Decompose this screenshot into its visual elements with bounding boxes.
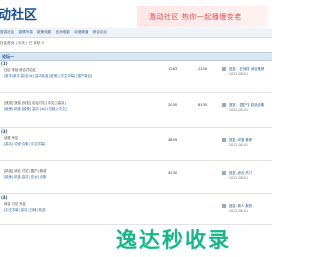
- thread-count: 2030: [168, 103, 178, 107]
- forum-title[interactable]: 论坛一: [2, 53, 14, 60]
- forum-desc: 动漫 专区: [4, 136, 19, 140]
- last-post-icon: [222, 204, 226, 208]
- forum-name[interactable]: (4): [1, 195, 7, 200]
- forum-name[interactable]: (3): [1, 129, 7, 134]
- post-count: 2200: [198, 67, 208, 71]
- banner-text: 激动社区 热你一起播慢变老: [149, 13, 242, 21]
- last-post-icon: [222, 171, 226, 175]
- nav-item[interactable]: 旅游社区: [0, 30, 14, 34]
- forum-row: (4) 综合 讨论 专区 [中文字幕] 高清 [日韩] 精选 回复: 新人 报到…: [0, 194, 272, 225]
- main-nav: 旅游社区 激情写真 欧美电影 亚洲电影 动漫频道 综合论坛: [0, 28, 272, 38]
- forum-name[interactable]: (1): [1, 61, 7, 66]
- forum-subforums[interactable]: [欧美] 精选 高清 [亚洲] 合集: [4, 174, 46, 179]
- last-post-meta: 2022-08-01: [229, 176, 249, 180]
- forum-desc: 社区 本帖 综合讨论区: [4, 68, 36, 72]
- last-post-title[interactable]: 回复: 综合 热门: [229, 170, 252, 175]
- nav-item[interactable]: 亚洲电影: [56, 30, 70, 34]
- forum-row: (3) 动漫 专区 [高清] 动漫 合集 [中文字幕] 3809 回复: 动漫 …: [0, 128, 272, 161]
- last-post-icon: [222, 138, 226, 142]
- nav-item[interactable]: 动漫频道: [74, 30, 88, 34]
- thread-count: 1283: [168, 67, 178, 71]
- forum-desc: [旅游] 旅游 [情侣] 论坛讨论 [中文] [高清]: [4, 101, 66, 105]
- forum-desc: [精选] 综合 讨论 [国产] 原创: [4, 169, 47, 173]
- forum-subforums[interactable]: [欧美] 精选 [欧美] 高清 [4k] [日韩] [中文]: [4, 106, 67, 111]
- forum-subforums[interactable]: [高清] 动漫 合集 [中文字幕]: [4, 141, 45, 146]
- header-banner[interactable]: 激动社区 热你一起播慢变老: [137, 6, 268, 27]
- last-post-title[interactable]: 回复: 【国产】精选合集: [229, 102, 264, 107]
- forum-row: [旅游] 旅游 [情侣] 论坛讨论 [中文] [高清] [欧美] 精选 [欧美]…: [0, 93, 272, 128]
- site-logo[interactable]: 动社区: [0, 4, 37, 23]
- forum-subforums[interactable]: [中文字幕] 高清 [日韩] 精选: [4, 207, 45, 212]
- forum-row: (1) 社区 本帖 综合讨论区 [新手]新手 高清[4k] 高清精选 [欧美] …: [0, 60, 272, 93]
- forum-subforums[interactable]: [新手]新手 高清[4k] 高清精选 [欧美] [中文字幕] [国产原创]: [4, 73, 92, 78]
- nav-item[interactable]: 综合论坛: [93, 30, 107, 34]
- forum-row: [精选] 综合 讨论 [国产] 原创 [欧美] 精选 高清 [亚洲] 合集 45…: [0, 161, 272, 194]
- last-post-title[interactable]: 回复: 【日韩】综合推荐: [229, 66, 264, 71]
- post-count: 8135: [198, 103, 208, 107]
- last-post-title[interactable]: 回复: 动漫 推荐: [229, 137, 252, 142]
- breadcrumb: 社区首页 | 今天 | 已 本帖 0: [0, 41, 44, 45]
- last-post-icon: [222, 103, 226, 107]
- nav-item[interactable]: 激情写真: [19, 30, 33, 34]
- last-post-title[interactable]: 回复: 新人 报到: [229, 203, 252, 208]
- site-header: 动社区 激动社区 热你一起播慢变老: [0, 0, 272, 28]
- forum-desc: 综合 讨论 专区: [4, 202, 26, 206]
- last-post-meta: 2022-08-01: [229, 209, 249, 213]
- last-post-meta: 2022-08-01: [229, 108, 249, 112]
- last-post-meta: 2022-08-01: [229, 143, 249, 147]
- last-post-meta: 2022-08-01: [229, 72, 249, 76]
- thread-count: 3809: [168, 138, 178, 142]
- watermark: 逸达秒收录: [116, 228, 231, 252]
- nav-item[interactable]: 欧美电影: [37, 30, 51, 34]
- last-post-icon: [222, 67, 226, 71]
- thread-count: 4530: [168, 171, 178, 175]
